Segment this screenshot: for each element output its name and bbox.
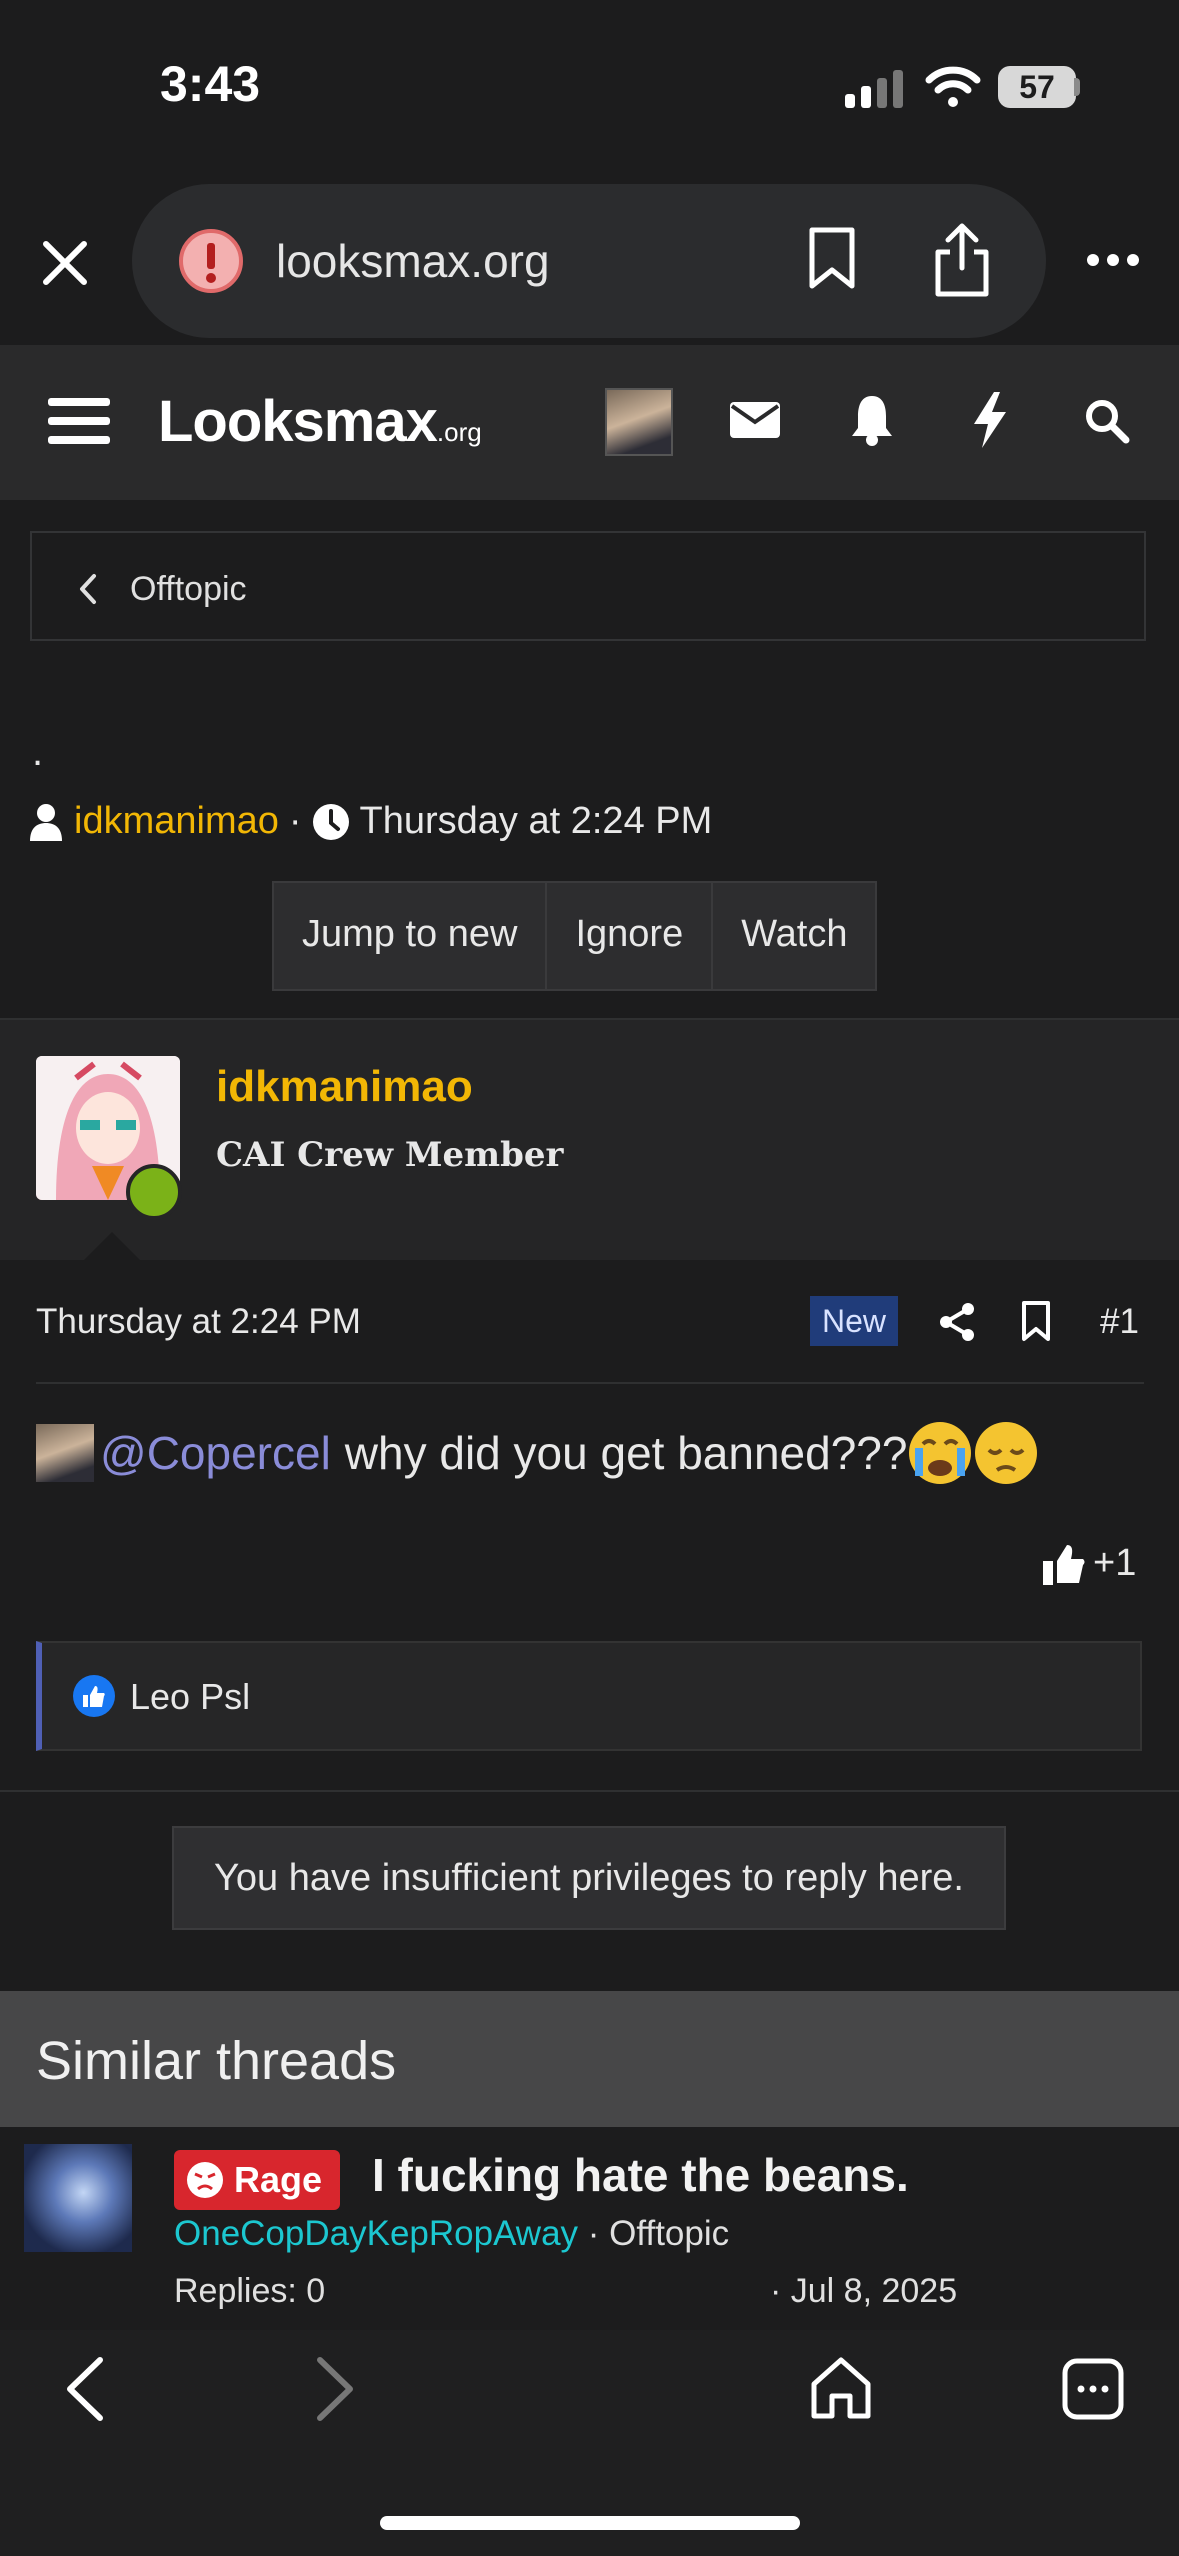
- status-time: 3:43: [160, 56, 261, 112]
- similar-thread-date: · Jul 8, 2025: [770, 2272, 958, 2310]
- back-icon[interactable]: [62, 2354, 106, 2424]
- cellular-signal-icon: [845, 70, 903, 108]
- breadcrumb-label[interactable]: Offtopic: [130, 570, 247, 609]
- similar-thread-author[interactable]: OneCopDayKepRopAway: [174, 2214, 578, 2253]
- similar-thread-meta: OneCopDayKepRopAway · Offtopic: [174, 2214, 729, 2254]
- thread-author-link[interactable]: idkmanimao: [74, 800, 279, 843]
- more-options-icon[interactable]: [1086, 252, 1140, 268]
- forward-icon[interactable]: [314, 2354, 358, 2424]
- wifi-icon: [925, 66, 981, 107]
- crying-face-emoji-icon: [909, 1422, 972, 1484]
- home-icon[interactable]: [810, 2356, 872, 2420]
- post-date[interactable]: Thursday at 2:24 PM: [36, 1302, 361, 1342]
- rage-prefix-badge[interactable]: Rage: [174, 2150, 341, 2210]
- share-icon[interactable]: [932, 220, 992, 298]
- like-reaction-icon: [73, 1675, 115, 1717]
- similar-thread-title[interactable]: I fucking hate the beans.: [372, 2148, 909, 2202]
- home-indicator[interactable]: [380, 2516, 800, 2530]
- post-username[interactable]: idkmanimao: [216, 1062, 473, 1112]
- pensive-face-emoji-icon: [975, 1422, 1038, 1484]
- user-title: CAI Crew Member: [216, 1135, 564, 1175]
- clock-icon: [312, 803, 349, 840]
- reply-privilege-notice: You have insufficient privileges to repl…: [172, 1826, 1006, 1930]
- reactions-list[interactable]: Leo Psl: [130, 1676, 250, 1718]
- battery-nub: [1074, 78, 1080, 96]
- similar-thread-replies: Replies: 0: [174, 2272, 326, 2310]
- inbox-icon[interactable]: [730, 402, 780, 438]
- chevron-left-icon: [80, 574, 96, 604]
- similar-thread-forum[interactable]: · Offtopic: [588, 2214, 729, 2253]
- user-avatar[interactable]: [605, 388, 673, 456]
- meta-separator: ·: [288, 800, 302, 842]
- post-number[interactable]: #1: [1100, 1302, 1139, 1342]
- mention-avatar[interactable]: [36, 1424, 94, 1482]
- logo-text: Looksmax: [158, 389, 438, 454]
- online-status-dot: [126, 1164, 182, 1220]
- bookmark-icon[interactable]: [806, 226, 858, 290]
- battery-indicator: 57: [998, 66, 1076, 108]
- notifications-bell-icon[interactable]: [850, 394, 894, 446]
- site-logo[interactable]: Looksmax.org: [158, 388, 482, 455]
- hamburger-menu-icon[interactable]: [48, 396, 110, 446]
- user-mention[interactable]: @Copercel: [100, 1426, 331, 1480]
- share-post-icon[interactable]: [938, 1302, 976, 1342]
- thumbs-up-icon: [1043, 1544, 1085, 1585]
- rage-label: Rage: [234, 2159, 323, 2200]
- post-separator: [36, 1382, 1144, 1384]
- post-header-caret: [82, 1232, 142, 1262]
- close-icon[interactable]: [40, 238, 90, 288]
- ignore-button[interactable]: Ignore: [547, 883, 714, 989]
- url-bar[interactable]: [132, 184, 1046, 338]
- angry-face-icon: [187, 2162, 223, 2198]
- post-message: @Copercel why did you get banned???: [36, 1420, 1039, 1486]
- bookmark-post-icon[interactable]: [1020, 1300, 1052, 1342]
- url-text[interactable]: looksmax.org: [276, 234, 550, 288]
- thread-actions: Jump to new Ignore Watch: [272, 881, 878, 991]
- thread-author-avatar[interactable]: [24, 2144, 132, 2252]
- thread-timestamp[interactable]: Thursday at 2:24 PM: [360, 800, 713, 843]
- jump-to-new-button[interactable]: Jump to new: [274, 883, 548, 989]
- section-divider: [0, 1790, 1179, 1792]
- whats-new-lightning-icon[interactable]: [972, 392, 1008, 448]
- reaction-score[interactable]: +1: [1043, 1542, 1136, 1585]
- post-body: why did you get banned???: [344, 1427, 908, 1479]
- new-badge: New: [810, 1296, 898, 1346]
- logo-suffix: .org: [436, 417, 482, 447]
- user-icon: [30, 803, 62, 841]
- search-icon[interactable]: [1084, 398, 1130, 444]
- reaction-score-text: +1: [1093, 1542, 1137, 1584]
- watch-button[interactable]: Watch: [713, 883, 875, 989]
- similar-threads-heading: Similar threads: [36, 2031, 397, 2091]
- thread-meta: idkmanimao · Thursday at 2:24 PM: [28, 800, 712, 843]
- tabs-icon[interactable]: [1062, 2358, 1124, 2420]
- site-warning-icon[interactable]: [176, 226, 246, 296]
- thread-title: .: [32, 730, 44, 774]
